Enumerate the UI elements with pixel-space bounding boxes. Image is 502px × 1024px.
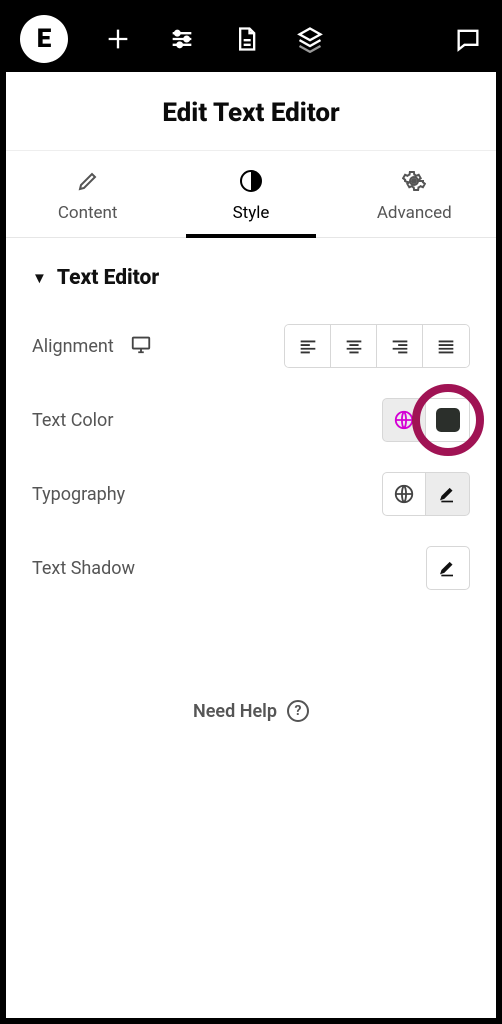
caret-down-icon: ▼ [32, 269, 47, 287]
text-shadow-label: Text Shadow [32, 558, 135, 579]
pencil-icon [76, 169, 100, 193]
tabs: Content Style Advanced [6, 151, 496, 238]
color-swatch-button[interactable] [426, 398, 470, 442]
document-icon[interactable] [232, 25, 260, 53]
panel-title: Edit Text Editor [6, 98, 496, 128]
section-title: Text Editor [57, 266, 159, 290]
align-center-button[interactable] [331, 325, 377, 367]
global-color-button[interactable] [382, 398, 426, 442]
color-swatch [436, 408, 460, 432]
section-toggle[interactable]: ▼ Text Editor [32, 266, 470, 290]
desktop-icon[interactable] [130, 333, 152, 360]
layers-icon[interactable] [296, 25, 324, 53]
elementor-logo[interactable]: E [20, 15, 68, 63]
row-text-color: Text Color [32, 398, 470, 442]
typography-label: Typography [32, 484, 125, 505]
need-help-label: Need Help [193, 701, 277, 722]
alignment-options [284, 324, 470, 368]
top-toolbar: E [6, 6, 496, 72]
text-color-label: Text Color [32, 410, 113, 431]
tab-content-label: Content [58, 203, 118, 223]
tab-advanced-label: Advanced [377, 203, 452, 223]
contrast-icon [239, 169, 263, 193]
align-left-button[interactable] [285, 325, 331, 367]
row-alignment: Alignment [32, 324, 470, 368]
add-icon[interactable] [104, 25, 132, 53]
panel-header: Edit Text Editor [6, 72, 496, 151]
edit-text-shadow-button[interactable] [426, 546, 470, 590]
tab-style-label: Style [233, 203, 270, 223]
settings-sliders-icon[interactable] [168, 25, 196, 53]
need-help-link[interactable]: Need Help ? [32, 700, 470, 722]
align-justify-button[interactable] [423, 325, 469, 367]
tab-content[interactable]: Content [6, 151, 169, 237]
gear-icon [402, 169, 426, 193]
help-icon: ? [287, 700, 309, 722]
tab-advanced[interactable]: Advanced [333, 151, 496, 237]
row-text-shadow: Text Shadow [32, 546, 470, 590]
chat-icon[interactable] [454, 25, 482, 53]
global-typography-button[interactable] [382, 472, 426, 516]
alignment-label: Alignment [32, 336, 114, 357]
tab-style[interactable]: Style [169, 151, 332, 237]
align-right-button[interactable] [377, 325, 423, 367]
row-typography: Typography [32, 472, 470, 516]
edit-typography-button[interactable] [426, 472, 470, 516]
